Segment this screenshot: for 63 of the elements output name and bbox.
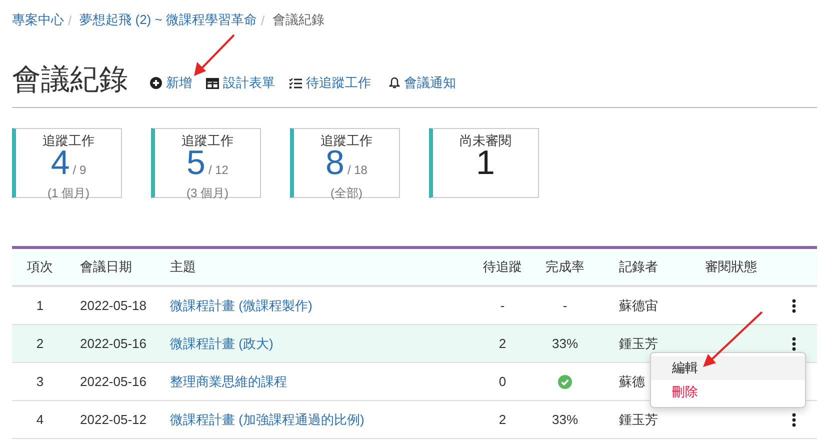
menu-item[interactable]: 刪除: [651, 380, 805, 404]
column-header: 記錄者: [618, 258, 658, 276]
table-icon: [206, 78, 219, 88]
annotation-arrow: [703, 311, 763, 367]
breadcrumb-separator: /: [68, 12, 72, 28]
topic-link[interactable]: 微課程計畫 (微課程製作): [160, 296, 312, 314]
table-cell-text: 蘇德宙: [618, 296, 658, 314]
topic-link[interactable]: 微課程計畫 (政大): [160, 334, 274, 352]
column-header: 待追蹤: [483, 258, 522, 276]
card-title: 追蹤工作: [42, 133, 94, 149]
annotation-arrow: [194, 34, 235, 76]
table-cell-text: 2022-05-16: [79, 374, 146, 389]
card-count: 4: [50, 149, 70, 178]
menu-item[interactable]: 編輯: [651, 356, 805, 380]
check-circle-icon: [558, 374, 572, 388]
card-period: (1 個月): [48, 186, 90, 200]
table-cell-text: 2022-05-12: [79, 412, 146, 427]
table-cell: 3: [36, 374, 44, 389]
column-header: 會議日期: [79, 258, 132, 276]
table-cell: 2: [36, 336, 44, 351]
toolbar-link[interactable]: 新增: [150, 74, 192, 92]
page-title: 會議紀錄: [12, 66, 128, 95]
card-total: / 12: [208, 162, 228, 179]
topic-link[interactable]: 整理商業思維的課程: [160, 372, 287, 390]
table-cell-text: 2022-05-18: [79, 298, 146, 313]
breadcrumb-current: 會議紀錄: [272, 11, 325, 29]
breadcrumb-link[interactable]: 夢想起飛 (2) ~ 微課程學習革命: [80, 11, 257, 29]
card-count: 5: [186, 149, 206, 178]
card-total: / 9: [72, 162, 86, 179]
table-cell: -: [562, 298, 568, 313]
table-cell-text: 2022-05-16: [79, 336, 146, 351]
card-period: (3 個月): [186, 186, 228, 200]
breadcrumb-link[interactable]: 專案中心: [12, 11, 64, 29]
table-cell-text: 鍾玉芳: [618, 410, 658, 428]
table-cell-text: 鍾玉芳: [618, 334, 658, 352]
card-title: 尚未審閱: [460, 133, 512, 149]
toolbar-link[interactable]: 待追蹤工作: [289, 74, 371, 92]
bell-icon: [389, 77, 400, 89]
card-total: / 18: [347, 162, 368, 179]
column-header: 項次: [27, 258, 53, 276]
plus-circle-icon: [150, 77, 162, 89]
toolbar-link[interactable]: 會議通知: [389, 74, 456, 92]
card-title: 追蹤工作: [182, 133, 234, 149]
table-cell: 33%: [552, 412, 578, 427]
column-header: 主題: [169, 258, 196, 276]
table-cell: 4: [36, 412, 44, 427]
table-cell: 1: [36, 298, 44, 313]
column-header: 審閱狀態: [704, 258, 757, 276]
table-cell: 2: [498, 336, 506, 351]
column-header: 完成率: [546, 258, 584, 276]
card-count: 1: [476, 149, 495, 178]
table-cell-text: 蘇德: [618, 372, 645, 390]
toolbar-link[interactable]: 設計表單: [206, 74, 275, 92]
table-cell: 0: [498, 374, 506, 389]
card-count: 8: [326, 149, 344, 178]
card-period: (全部): [330, 186, 362, 200]
table-cell: 2: [498, 412, 506, 427]
checklist-icon: [289, 78, 302, 88]
table-cell: -: [500, 298, 505, 313]
table-cell: 33%: [552, 336, 578, 351]
topic-link[interactable]: 微課程計畫 (加強課程通過的比例): [160, 410, 364, 428]
card-title: 追蹤工作: [320, 133, 372, 149]
breadcrumb-separator: /: [260, 12, 265, 28]
